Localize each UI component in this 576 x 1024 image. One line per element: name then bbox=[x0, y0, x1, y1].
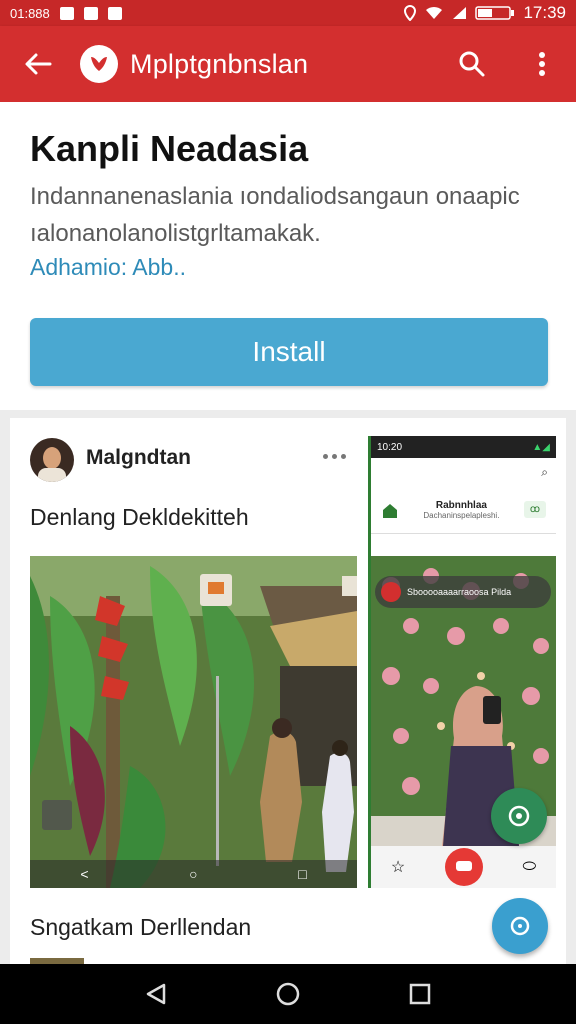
app-bar: Mplptgnbnslan bbox=[0, 26, 576, 102]
ps-chat-icon[interactable] bbox=[444, 848, 483, 886]
photo-nav-home[interactable]: ○ bbox=[189, 866, 197, 882]
search-icon[interactable] bbox=[452, 44, 492, 84]
status-bar: 01:888 17:39 bbox=[0, 0, 576, 26]
post-photo[interactable]: < ○ □ bbox=[30, 556, 357, 888]
nav-back-icon[interactable] bbox=[132, 970, 180, 1018]
garden-photo bbox=[30, 556, 357, 888]
fab-compose-icon[interactable] bbox=[492, 898, 548, 954]
mail-icon bbox=[107, 6, 122, 20]
status-time: 17:39 bbox=[523, 3, 566, 22]
app-title: Mplptgnbnslan bbox=[130, 48, 309, 79]
location-icon bbox=[404, 5, 417, 21]
ps-row-title: Rabnnhlaa bbox=[435, 499, 487, 511]
ps-fab-chat-icon[interactable] bbox=[491, 788, 547, 844]
app-name: Kanpli Neadasia bbox=[30, 128, 309, 169]
signal-icon bbox=[453, 7, 467, 19]
ps-signal-icon: ▲◢ bbox=[532, 441, 550, 453]
ps-message-icon[interactable]: ⬭ bbox=[522, 858, 536, 876]
ps-banner[interactable]: Sbooooaaaarraoosa Pilda bbox=[375, 576, 551, 608]
nav-bar bbox=[0, 964, 576, 1024]
ps-search-icon[interactable]: ⌕ bbox=[541, 465, 548, 480]
phone-screenshot[interactable]: 10:20 ▲◢ ⌕ Rabnnhlaa Dachaninspelapleshi… bbox=[368, 436, 556, 888]
ps-status-bar: 10:20 ▲◢ bbox=[371, 436, 556, 458]
post-caption: Denlang Dekldekitteh bbox=[30, 504, 249, 530]
status-left-text: 01:888 bbox=[10, 5, 50, 21]
ps-toolbar: ⌕ bbox=[371, 458, 556, 486]
post-user-name[interactable]: Malgndtan bbox=[86, 446, 191, 470]
photo-nav-back[interactable]: < bbox=[80, 866, 88, 882]
author-link[interactable]: Adhamio: Abb.. bbox=[30, 254, 186, 281]
back-arrow-icon[interactable] bbox=[0, 26, 76, 102]
photo-nav-bar: < ○ □ bbox=[30, 860, 357, 888]
wifi-icon bbox=[426, 6, 443, 19]
nav-recents-icon[interactable] bbox=[396, 970, 444, 1018]
ps-house-icon bbox=[383, 503, 397, 518]
notification-icon bbox=[83, 6, 98, 20]
app-info-card: Kanpli Neadasia Indannanenaslania ıondal… bbox=[0, 102, 576, 410]
app-logo-icon bbox=[80, 45, 118, 83]
app-description: Indannanenaslania ıondaliodsangaun onaap… bbox=[30, 183, 520, 247]
ps-chip[interactable]: ꝏ bbox=[523, 501, 546, 518]
ps-row-sub: Dachaninspelapleshi. bbox=[423, 510, 500, 520]
ps-status-time: 10:20 bbox=[377, 441, 403, 453]
ps-bottom-bar: ☆ ⬭ bbox=[371, 846, 556, 888]
post-more-icon[interactable] bbox=[316, 442, 352, 470]
ps-star-icon[interactable]: ☆ bbox=[391, 857, 405, 877]
avatar[interactable] bbox=[30, 438, 74, 482]
ps-banner-text: Sbooooaaaarraoosa Pilda bbox=[407, 587, 512, 597]
more-vert-icon[interactable] bbox=[522, 44, 562, 84]
install-button[interactable]: Install bbox=[30, 318, 548, 386]
nav-home-icon[interactable] bbox=[264, 970, 312, 1018]
post-bottom-caption: Sngatkam Derllendan bbox=[30, 914, 252, 940]
photo-icon bbox=[59, 6, 74, 20]
battery-icon bbox=[475, 6, 515, 20]
photo-nav-recents[interactable]: □ bbox=[298, 866, 306, 882]
ps-app-row[interactable]: Rabnnhlaa Dachaninspelapleshi. ꝏ bbox=[371, 486, 556, 534]
post-card: Malgndtan Denlang Dekldekitteh < ○ □ 10:… bbox=[10, 418, 566, 964]
